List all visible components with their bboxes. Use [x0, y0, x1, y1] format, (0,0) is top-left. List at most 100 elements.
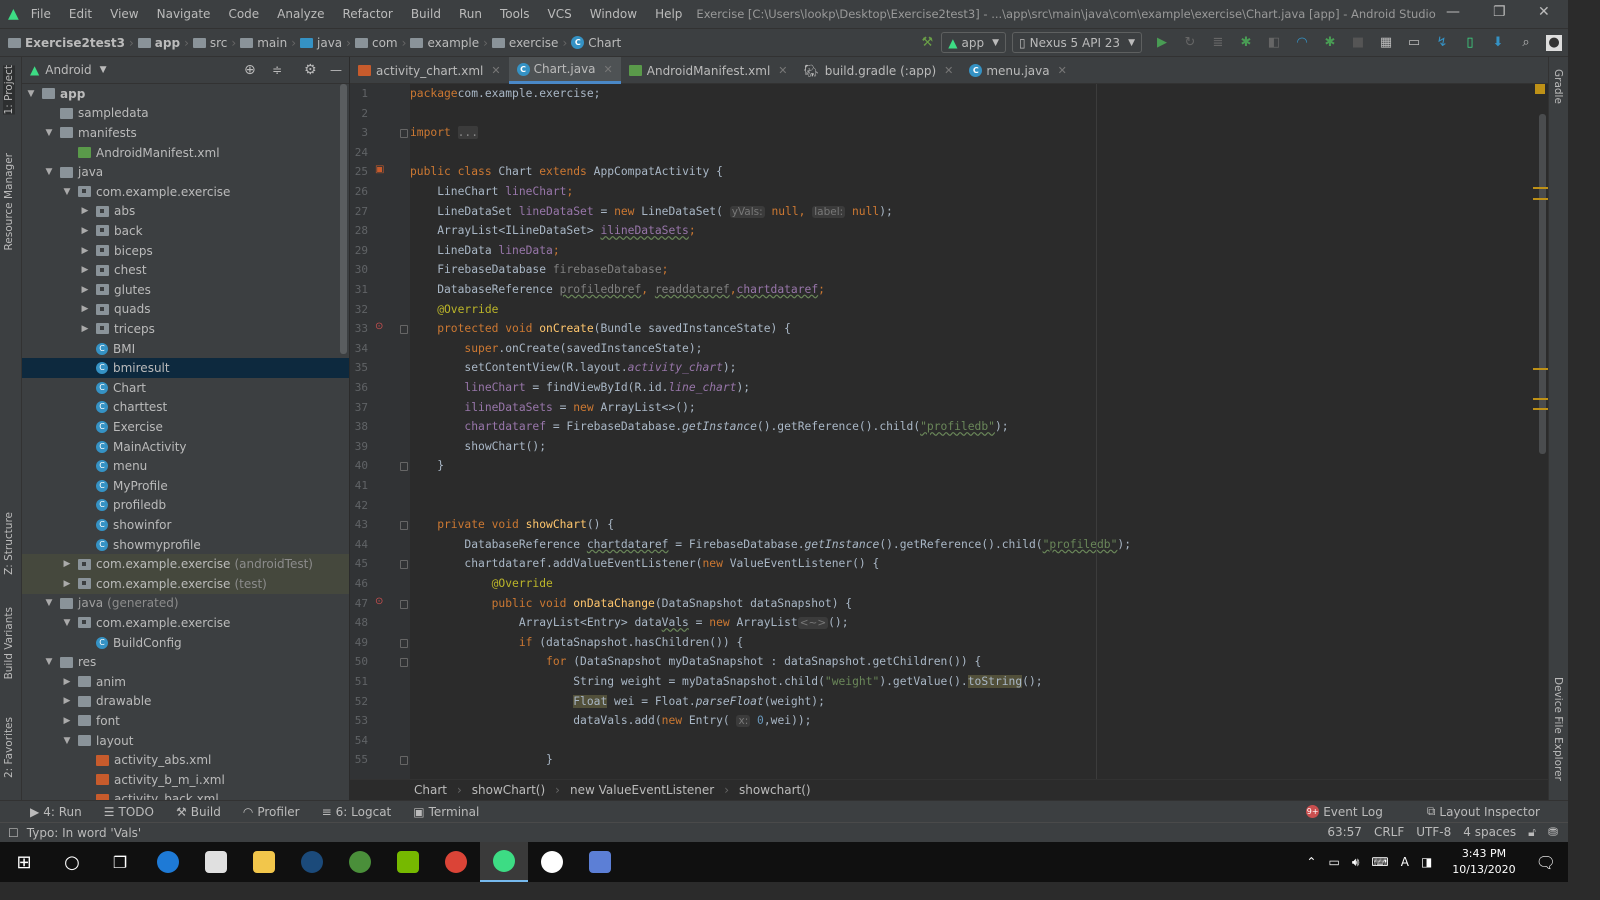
tab-androidmanifest-xml[interactable]: AndroidManifest.xml ✕ [621, 57, 796, 84]
code-line[interactable]: ilineDataSets = new ArrayList<>(); [410, 398, 695, 418]
profiler-tool-button[interactable]: ◠ Profiler [243, 805, 300, 819]
taskbar-app-app-window[interactable] [576, 842, 624, 882]
terminal-tool-button[interactable]: ▣ Terminal [413, 805, 479, 819]
stop-icon[interactable]: ■ [1350, 35, 1366, 51]
warning-marker[interactable] [1533, 187, 1548, 189]
tree-item[interactable]: Cprofiledb [22, 496, 349, 516]
gradle-sync-icon[interactable]: ↯ [1434, 35, 1450, 51]
resource-manager-tool-button[interactable]: Resource Manager [3, 153, 15, 251]
collapse-all-icon[interactable]: ≑ [272, 63, 282, 77]
tree-item[interactable]: ▼ java [22, 162, 349, 182]
expand-right-icon[interactable]: ▶ [62, 579, 72, 589]
project-scrollbar[interactable] [340, 84, 347, 354]
code-line[interactable]: packagecom.example.exercise; [410, 84, 600, 104]
menu-refactor[interactable]: Refactor [336, 7, 398, 21]
sdk-manager-icon[interactable]: ⬇ [1490, 35, 1506, 51]
tree-item[interactable]: activity_b_m_i.xml [22, 770, 349, 790]
apply-changes-icon[interactable]: ↻ [1182, 35, 1198, 51]
tab-build-gradle-app-[interactable]: 🐘︎ build.gradle (:app) ✕ [796, 57, 962, 84]
code-line[interactable]: chartdataref.addValueEventListener(new V… [410, 554, 879, 574]
code-line[interactable]: setContentView(R.layout.activity_chart); [410, 358, 736, 378]
debug-icon[interactable]: ✱ [1238, 35, 1254, 51]
nav-crumb[interactable]: Exercise2test3 › [8, 36, 134, 50]
tree-item[interactable]: C MyProfile [22, 476, 349, 496]
code-line[interactable]: for (DataSnapshot myDataSnapshot : dataS… [410, 652, 981, 672]
tree-item[interactable]: ▶ anim [22, 672, 349, 692]
editor-crumb[interactable]: showchart() [739, 783, 811, 797]
menu-vcs[interactable]: VCS [542, 7, 578, 21]
expand-right-icon[interactable]: ▶ [80, 226, 90, 236]
code-line[interactable]: ArrayList<ILineDataSet> ilineDataSets; [410, 221, 695, 241]
menu-view[interactable]: View [104, 7, 144, 21]
code-line[interactable]: Float wei = Float.parseFloat(weight); [410, 692, 825, 712]
tree-item[interactable]: ▼ com.example.exercise [22, 613, 349, 633]
run-config-select[interactable]: ▲ app ▼ [941, 32, 1007, 53]
expand-down-icon[interactable]: ▼ [62, 618, 72, 628]
gear-icon[interactable]: ⚙ [304, 62, 317, 78]
expand-down-icon[interactable]: ▼ [62, 736, 72, 746]
tree-item[interactable]: activity_abs.xml [22, 750, 349, 770]
clock[interactable]: 3:43 PM 10/13/2020 [1452, 846, 1515, 878]
override-method-icon[interactable]: ⊙ [375, 596, 383, 607]
search-button[interactable]: ○ [48, 842, 96, 882]
tree-item[interactable]: ▼ app [22, 84, 349, 104]
fold-marker-icon[interactable] [400, 129, 408, 139]
code-line[interactable]: dataVals.add(new Entry( x: 0,wei)); [410, 711, 811, 731]
expand-right-icon[interactable]: ▶ [80, 206, 90, 216]
close-tab-icon[interactable]: ✕ [491, 64, 500, 77]
project-tool-button[interactable]: 1: Project [3, 65, 15, 115]
code-line[interactable]: LineDataSet lineDataSet = new LineDataSe… [410, 202, 893, 222]
tree-item[interactable]: Cmenu [22, 456, 349, 476]
nav-crumb[interactable]: exercise › [491, 36, 567, 50]
action-icon[interactable]: ◨ [1421, 855, 1432, 869]
editor-gutter[interactable]: 1 2 3 24 25 ▣ 26 27 28 29 30 31 32 33 ⊙ 34 35 36 37 38 39 40 4… [350, 84, 410, 779]
nav-crumb[interactable]: C Chart [571, 36, 621, 50]
restore-button[interactable]: ❐ [1493, 4, 1506, 20]
editor-crumb[interactable]: new ValueEventListener [570, 783, 714, 797]
favorites-tool-button[interactable]: 2: Favorites [3, 717, 15, 778]
fold-marker-icon[interactable] [400, 658, 408, 668]
editor-scroll-thumb[interactable] [1539, 114, 1546, 454]
menu-code[interactable]: Code [222, 7, 265, 21]
avd-manager-icon[interactable]: ▯ [1462, 35, 1478, 51]
code-line[interactable]: FirebaseDatabase firebaseDatabase; [410, 260, 668, 280]
expand-right-icon[interactable]: ▶ [80, 304, 90, 314]
menu-run[interactable]: Run [453, 7, 488, 21]
device-select[interactable]: ▯ Nexus 5 API 23 ▼ [1012, 32, 1142, 53]
menu-build[interactable]: Build [405, 7, 447, 21]
gradle-tool-button[interactable]: Gradle [1552, 69, 1564, 104]
menu-navigate[interactable]: Navigate [151, 7, 217, 21]
project-view-select[interactable]: Android [45, 63, 91, 77]
expand-right-icon[interactable]: ▶ [80, 265, 90, 275]
tray-chevron-icon[interactable]: ⌃ [1306, 855, 1316, 869]
tab-menu-java[interactable]: Cmenu.java ✕ [961, 57, 1074, 84]
layout-preview-icon[interactable]: ▭ [1406, 35, 1422, 51]
code-line[interactable]: protected void onCreate(Bundle savedInst… [410, 319, 791, 339]
code-line[interactable]: public void onDataChange(DataSnapshot da… [410, 594, 853, 614]
keyboard-icon[interactable]: ⌨ [1371, 855, 1388, 869]
user-icon[interactable]: ● [1546, 34, 1562, 51]
expand-right-icon[interactable]: ▶ [62, 559, 72, 569]
memory-indicator-icon[interactable]: ⛃ [1548, 825, 1558, 840]
line-separator[interactable]: CRLF [1374, 825, 1404, 840]
tree-item[interactable]: ▼ com.example.exercise [22, 182, 349, 202]
code-line[interactable]: } [410, 750, 553, 770]
taskbar-app-app-green[interactable] [336, 842, 384, 882]
code-line[interactable]: chartdataref = FirebaseDatabase.getInsta… [410, 417, 1008, 437]
chevron-down-icon[interactable]: ▼ [100, 65, 107, 75]
fold-marker-icon[interactable] [400, 560, 408, 570]
structure-tool-button[interactable]: Z: Structure [3, 512, 15, 575]
taskbar-app-chrome[interactable] [432, 842, 480, 882]
hide-icon[interactable]: — [330, 63, 342, 77]
expand-down-icon[interactable]: ▼ [26, 89, 36, 99]
event-log-button[interactable]: 9+ Event Log [1306, 805, 1383, 819]
nav-crumb[interactable]: java › [300, 36, 351, 50]
device-file-explorer-tool-button[interactable]: Device File Explorer [1552, 677, 1564, 781]
attach-debugger-icon[interactable]: ✱ [1322, 35, 1338, 51]
tree-item[interactable]: ▶ glutes [22, 280, 349, 300]
taskbar-app-edge[interactable] [144, 842, 192, 882]
fold-marker-icon[interactable] [400, 325, 408, 335]
warning-marker[interactable] [1533, 368, 1548, 370]
tree-item[interactable]: ▼ res [22, 652, 349, 672]
expand-right-icon[interactable]: ▶ [80, 324, 90, 334]
